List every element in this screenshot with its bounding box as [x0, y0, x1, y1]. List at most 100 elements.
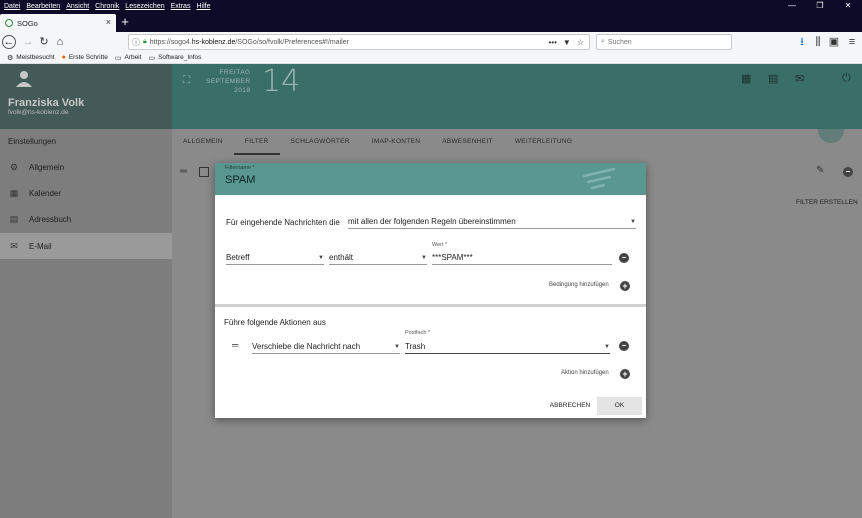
restore-icon[interactable]: ❐: [806, 0, 834, 12]
menu-extras[interactable]: Extras: [171, 3, 191, 10]
bookmark-label: Arbeit: [124, 54, 142, 61]
settings-title: Einstellungen: [8, 137, 57, 146]
menu-lesezeichen[interactable]: Lesezeichen: [125, 3, 164, 10]
sidebar-toggle-icon[interactable]: ▣: [826, 34, 842, 50]
add-action-icon[interactable]: +: [620, 369, 630, 379]
folder-icon: ▭: [148, 54, 156, 62]
bookmark-arbeit[interactable]: ▭ Arbeit: [115, 54, 142, 62]
dropdown-arrow-icon: ▼: [630, 218, 636, 225]
tab-abwesenheit[interactable]: ABWESENHEIT: [431, 129, 504, 155]
browser-tab[interactable]: SOGo ×: [0, 14, 116, 32]
tab-schlagwoerter[interactable]: SCHLAGWÖRTER: [280, 129, 361, 155]
search-bar[interactable]: ⌕: [596, 34, 732, 50]
remove-action-icon[interactable]: −: [619, 341, 629, 351]
url-path: /SOGo/so/fvolk/Preferences#!/mailer: [235, 38, 349, 46]
cancel-button[interactable]: ABBRECHEN: [546, 398, 594, 414]
date-year: 2018: [234, 87, 251, 94]
date-block: FREITAG SEPTEMBER 2018: [206, 68, 251, 95]
sidebar-item-email[interactable]: ✉ E-Mail: [0, 233, 172, 259]
lock-icon[interactable]: 🔒︎: [143, 38, 147, 46]
dropdown-arrow-icon: ▼: [318, 254, 324, 261]
library-icon[interactable]: ⫼: [810, 34, 826, 50]
page-actions-icon[interactable]: •••: [549, 38, 557, 47]
sidebar-item-adressbuch[interactable]: ▤ Adressbuch: [0, 206, 172, 232]
match-select[interactable]: mit allen der folgenden Regeln übereinst…: [348, 215, 636, 229]
drag-handle-icon[interactable]: ═: [180, 166, 187, 177]
sidebar-item-label: E-Mail: [29, 241, 52, 251]
bookmark-software-infos[interactable]: ▭ Software_Infos: [148, 54, 201, 62]
match-value: mit allen der folgenden Regeln übereinst…: [348, 217, 516, 226]
filtername-input[interactable]: SPAM: [225, 174, 255, 186]
menu-chronik[interactable]: Chronik: [95, 3, 119, 10]
bookmark-label: Software_Infos: [158, 54, 202, 61]
url-prefix: https://sogo4.: [149, 38, 192, 46]
firefox-icon: ●: [61, 54, 66, 61]
search-input[interactable]: [607, 38, 718, 46]
condition-value-input[interactable]: ***SPAM***: [432, 251, 612, 265]
tab-weiterleitung[interactable]: WEITERLEITUNG: [504, 129, 583, 155]
match-prefix: Für eingehende Nachrichten die: [226, 218, 340, 227]
tab-filter[interactable]: FILTER: [233, 129, 280, 155]
actions-title: Führe folgende Aktionen aus: [224, 318, 326, 327]
add-condition-icon[interactable]: +: [620, 281, 630, 291]
menu-hilfe[interactable]: Hilfe: [196, 3, 210, 10]
close-tab-icon[interactable]: ×: [106, 17, 111, 27]
condition-field-select[interactable]: Betreff ▼: [226, 251, 324, 265]
mail-app-icon[interactable]: ✉: [795, 72, 804, 85]
menu-bearbeiten[interactable]: Bearbeiten: [26, 3, 60, 10]
bookmark-meistbesucht[interactable]: ⚙ Meistbesucht: [7, 54, 55, 62]
user-email: fvolk@hs-koblenz.de: [8, 109, 69, 116]
tab-allgemein[interactable]: ALLGEMEIN: [172, 129, 234, 155]
folder-label: Postfach *: [405, 330, 431, 336]
ok-button[interactable]: OK: [597, 397, 642, 415]
hamburger-menu-icon[interactable]: ≡: [844, 34, 860, 50]
addressbook-app-icon[interactable]: ▤: [768, 72, 778, 85]
menu-datei[interactable]: Datei: [4, 3, 20, 10]
section-divider: [215, 304, 646, 307]
sidebar-item-allgemein[interactable]: ⚙ Allgemein: [0, 154, 172, 180]
minimize-icon[interactable]: —: [778, 0, 806, 12]
download-icon[interactable]: ⭳: [794, 34, 810, 50]
bookmark-erste-schritte[interactable]: ● Erste Schritte: [62, 54, 108, 61]
remove-condition-icon[interactable]: −: [619, 253, 629, 263]
bookmark-star-icon[interactable]: ☆: [577, 38, 584, 47]
condition-value-label: Wert *: [432, 242, 448, 248]
folder-select[interactable]: Trash ▼: [405, 340, 610, 354]
calendar-app-icon[interactable]: ▦: [741, 72, 751, 85]
logout-icon[interactable]: ⏻: [842, 72, 851, 85]
sidebar-item-label: Allgemein: [29, 162, 65, 172]
calendar-icon: ▦: [9, 187, 19, 198]
date-month: SEPTEMBER: [206, 78, 251, 85]
reload-icon[interactable]: ↻: [36, 34, 52, 50]
date-weekday: FREITAG: [219, 69, 251, 76]
action-type-select[interactable]: Verschiebe die Nachricht nach ▼: [252, 340, 400, 354]
add-action-label[interactable]: Aktion hinzufügen: [561, 370, 609, 376]
edit-icon[interactable]: ✎: [816, 165, 824, 176]
forward-icon[interactable]: →: [20, 34, 36, 50]
user-avatar-icon: [16, 71, 32, 87]
fullscreen-icon[interactable]: ⛶: [183, 75, 190, 86]
add-condition-label[interactable]: Bedingung hinzufügen: [549, 282, 609, 288]
tab-imap-konten[interactable]: IMAP-KONTEN: [361, 129, 431, 155]
filter-create-button[interactable]: FILTER ERSTELLEN: [796, 199, 858, 206]
condition-operator: enthält: [329, 253, 354, 262]
folder-value: Trash: [405, 342, 426, 351]
sidebar-item-kalender[interactable]: ▦ Kalender: [0, 180, 172, 206]
back-icon[interactable]: ←: [2, 35, 16, 49]
menu-ansicht[interactable]: Ansicht: [66, 3, 89, 10]
drag-handle-icon[interactable]: ═: [232, 340, 238, 350]
home-icon[interactable]: ⌂: [52, 34, 68, 50]
pocket-icon[interactable]: ▼: [563, 38, 571, 47]
close-window-icon[interactable]: ✕: [834, 0, 862, 12]
dropdown-arrow-icon: ▼: [421, 254, 427, 261]
filter-checkbox[interactable]: [199, 167, 209, 177]
url-bar[interactable]: ⓘ 🔒︎ https://sogo4. hs-koblenz.de/SOGo/so…: [128, 34, 590, 50]
filter-decoration-icon: [582, 167, 616, 190]
condition-operator-select[interactable]: enthält ▼: [329, 251, 427, 265]
bookmark-label: Erste Schritte: [68, 54, 108, 61]
sidebar-item-label: Adressbuch: [29, 214, 72, 224]
delete-filter-icon[interactable]: −: [843, 167, 853, 177]
folder-icon: ▭: [114, 54, 122, 62]
new-tab-icon[interactable]: +: [118, 14, 132, 30]
info-icon[interactable]: ⓘ: [129, 37, 143, 48]
